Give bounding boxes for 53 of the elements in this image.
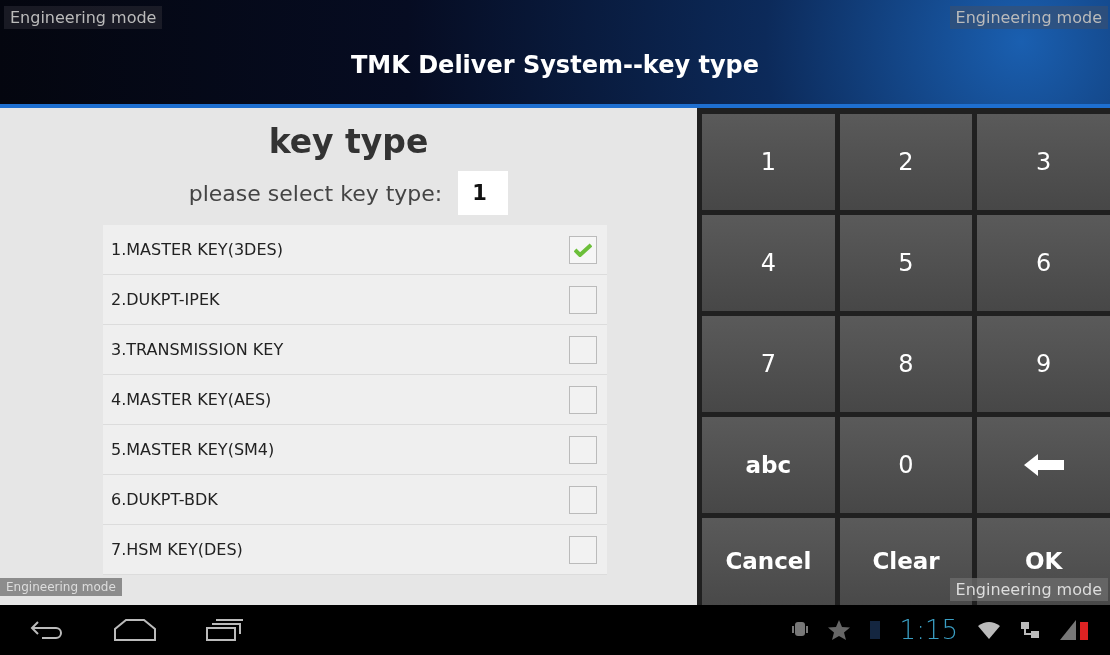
mode-label: Engineering mode [4,6,163,29]
keypad-key[interactable]: 2 [839,114,973,210]
checkbox[interactable] [569,385,597,414]
keypad-key[interactable]: Cancel [702,518,835,605]
checkbox[interactable] [569,285,597,314]
back-icon[interactable] [30,620,64,640]
keypad-key[interactable]: abc [702,417,835,513]
window-title: TMK Deliver System--key type [350,51,759,79]
keypad-key[interactable]: 4 [702,215,835,311]
key-type-option[interactable]: 1.MASTER KEY(3DES) [103,225,607,275]
home-icon[interactable] [114,619,156,641]
checkbox[interactable] [569,535,597,564]
checkbox[interactable] [569,335,597,364]
key-type-option[interactable]: 7.HSM KEY(DES) [103,525,607,575]
checkbox[interactable] [569,235,597,264]
keypad-key[interactable] [977,417,1110,513]
keypad-key[interactable]: 7 [702,316,835,412]
mode-label: Engineering mode [0,578,122,596]
keypad-key[interactable]: 9 [977,316,1110,412]
mode-label: Engineering mode [949,6,1108,29]
mode-label: Engineering mode [949,578,1108,601]
keypad-key[interactable]: 0 [839,417,973,513]
checkbox[interactable] [569,485,597,514]
key-type-option[interactable]: 6.DUKPT-BDK [103,475,607,525]
input-field[interactable]: 1 [458,171,509,215]
wifi-icon [978,621,1000,639]
clock: 1:15 [899,615,958,645]
notification-icon [869,621,880,639]
prompt-label: please select key type: [188,180,443,206]
signal-battery-icon [1060,620,1090,640]
star-icon [827,620,850,640]
panel-heading: key type [268,122,429,161]
key-type-option[interactable]: 5.MASTER KEY(SM4) [103,425,607,475]
keypad-key[interactable]: 5 [839,215,973,311]
key-type-option[interactable]: 3.TRANSMISSION KEY [103,325,607,375]
recent-apps-icon[interactable] [206,619,244,641]
backspace-arrow-icon [1023,454,1064,476]
option-label: 7.HSM KEY(DES) [111,540,243,559]
option-label: 5.MASTER KEY(SM4) [111,440,275,459]
check-icon [574,242,592,257]
keypad-key[interactable]: 1 [702,114,835,210]
key-type-option[interactable]: 2.DUKPT-IPEK [103,275,607,325]
checkbox[interactable] [569,435,597,464]
network-icon [1020,621,1040,639]
keypad-key[interactable]: 6 [977,215,1110,311]
option-label: 3.TRANSMISSION KEY [111,340,284,359]
keypad-key[interactable]: 8 [839,316,973,412]
keypad-key[interactable]: 3 [977,114,1110,210]
option-label: 2.DUKPT-IPEK [111,290,220,309]
option-label: 4.MASTER KEY(AES) [111,390,272,409]
option-label: 1.MASTER KEY(3DES) [111,240,283,259]
option-label: 6.DUKPT-BDK [111,490,218,509]
key-type-option[interactable]: 4.MASTER KEY(AES) [103,375,607,425]
